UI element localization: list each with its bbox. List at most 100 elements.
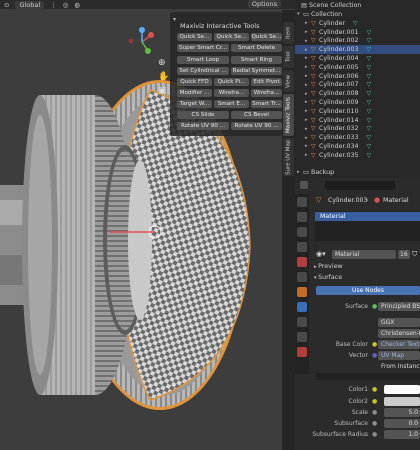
maxiviz-tool-button[interactable]: Modifier ... bbox=[177, 89, 212, 97]
outliner-item[interactable]: ▸ ▽ Cylinder.032 ▽ bbox=[295, 125, 420, 134]
outliner-item[interactable]: ▸ ▽ Cylinder.010 ▽ bbox=[295, 107, 420, 116]
material-name-field[interactable]: Material bbox=[332, 250, 396, 259]
outliner-item[interactable]: ▸ ▽ Cylinder.003 ▽ bbox=[295, 45, 420, 54]
user-count[interactable]: 16 bbox=[398, 250, 410, 259]
tab-item[interactable]: Item bbox=[283, 22, 294, 44]
preview-panel-header[interactable]: ▸ Preview bbox=[314, 263, 343, 270]
particles-tab-icon[interactable] bbox=[297, 317, 307, 327]
node-subpanel-header[interactable] bbox=[316, 373, 420, 380]
world-tab-icon[interactable] bbox=[297, 272, 307, 282]
maxiviz-tool-button[interactable]: Quick FFD bbox=[177, 78, 212, 86]
outliner-item-label: Cylinder.032 bbox=[319, 125, 359, 133]
maxiviz-tool-button[interactable]: Radial Symmet... bbox=[231, 67, 282, 75]
outliner-backup-collection[interactable]: ▸ ▭ Backup bbox=[295, 168, 420, 177]
object-tab-icon[interactable] bbox=[297, 287, 307, 297]
object-icon: ▽ bbox=[311, 46, 316, 54]
outliner-collection[interactable]: ▾ ▭ Collection bbox=[295, 10, 420, 19]
outliner-scene-collection[interactable]: ▤ Scene Collection bbox=[295, 1, 420, 10]
outliner-item[interactable]: ▸ ▽ Cylinder.008 ▽ bbox=[295, 89, 420, 98]
outliner-item[interactable]: ▸ ▽ Cylinder.005 ▽ bbox=[295, 63, 420, 72]
zoom-icon[interactable]: ⊕ bbox=[158, 58, 166, 68]
render-tab-icon[interactable] bbox=[297, 212, 307, 222]
collection-icon: ▭ bbox=[303, 10, 309, 18]
color-swatch[interactable] bbox=[384, 385, 420, 394]
maxiviz-tool-button[interactable]: Super Smart Cr... bbox=[177, 44, 229, 52]
options-dropdown[interactable]: Options bbox=[247, 0, 281, 8]
snap-icon[interactable]: ⋮ bbox=[50, 1, 57, 9]
properties-search-input[interactable] bbox=[325, 181, 395, 190]
outliner-item[interactable]: ▸ ▽ Cylinder.002 ▽ bbox=[295, 37, 420, 46]
output-tab-icon[interactable] bbox=[297, 227, 307, 237]
maxiviz-tool-button[interactable]: Quick Se... bbox=[214, 33, 249, 41]
object-icon: ▽ bbox=[311, 72, 316, 80]
maxiviz-tool-button[interactable]: Set Cylindrical ... bbox=[177, 67, 229, 75]
tab-tool[interactable]: Tool bbox=[283, 46, 294, 68]
maxiviz-tool-button[interactable]: CS Bevel bbox=[231, 111, 282, 119]
maxiviz-tool-button[interactable]: Rotate UV 90 ... bbox=[177, 122, 229, 130]
color-swatch[interactable] bbox=[384, 397, 420, 406]
use-nodes-button[interactable]: Use Nodes bbox=[316, 286, 420, 295]
maxiviz-tool-button[interactable]: Smart Ring bbox=[231, 56, 282, 64]
maxiviz-tool-button[interactable]: Rotate UV 90 ... bbox=[231, 122, 282, 130]
maxiviz-tool-button[interactable]: Smart Delete bbox=[231, 44, 282, 52]
maxiviz-panel-title: Maxiviz Interactive Tools bbox=[180, 22, 260, 30]
breadcrumb-separator: › bbox=[366, 197, 369, 204]
property-dropdown[interactable]: Christensen-Bu... bbox=[378, 329, 420, 338]
overlay-icon[interactable]: ◍ bbox=[74, 1, 80, 9]
maxiviz-tool-button[interactable]: Wirefra... bbox=[251, 89, 282, 97]
outliner-item[interactable]: ▸ ▽ Cylinder.033 ▽ bbox=[295, 133, 420, 142]
base-color-field[interactable]: Checker Text... bbox=[378, 340, 420, 349]
outliner-item[interactable]: ▸ ▽ Cylinder.034 ▽ bbox=[295, 142, 420, 151]
outliner-item[interactable]: ▸ ▽ Cylinder ▽ bbox=[295, 19, 420, 28]
object-icon: ▽ bbox=[311, 125, 316, 133]
outliner-item[interactable]: ▸ ▽ Cylinder.007 ▽ bbox=[295, 81, 420, 90]
material-icon: ● bbox=[374, 196, 381, 204]
mesh-data-icon: ▽ bbox=[366, 81, 372, 89]
surface-shader-field[interactable]: Principled BS... bbox=[378, 302, 420, 311]
transform-orientation-dropdown[interactable]: Global bbox=[15, 0, 45, 9]
maxiviz-tool-button[interactable]: Target W... bbox=[177, 100, 212, 108]
editor-type-icon[interactable] bbox=[300, 181, 308, 189]
pivot-icon[interactable]: ⊙ bbox=[4, 1, 9, 9]
fake-user-icon[interactable]: ⛉ bbox=[412, 250, 417, 259]
maxiviz-tool-button[interactable]: Quick Pi... bbox=[214, 78, 249, 86]
outliner-item[interactable]: ▸ ▽ Cylinder.014 ▽ bbox=[295, 116, 420, 125]
number-field[interactable]: 0.0 bbox=[384, 419, 420, 428]
tab-sure-uv-map[interactable]: Sure UV Map bbox=[283, 138, 294, 176]
object-icon: ▽ bbox=[311, 134, 316, 142]
maxiviz-tool-button[interactable]: Smart Tr... bbox=[251, 100, 282, 108]
maxiviz-tool-button[interactable]: CS Slide bbox=[177, 111, 229, 119]
socket-icon: ● bbox=[372, 409, 378, 416]
property-dropdown[interactable]: GGX bbox=[378, 318, 420, 327]
object-icon: ▽ bbox=[311, 142, 316, 150]
proportional-icon[interactable]: ◎ bbox=[63, 1, 69, 9]
number-field[interactable]: 1.0 bbox=[384, 430, 420, 439]
maxiviz-tool-button[interactable]: Edit Pivot bbox=[251, 78, 282, 86]
property-dropdown[interactable]: From Instance... bbox=[378, 362, 420, 371]
outliner-item[interactable]: ▸ ▽ Cylinder.001 ▽ bbox=[295, 28, 420, 37]
maxiviz-tool-button[interactable]: Quick Se... bbox=[177, 33, 212, 41]
surface-panel-header[interactable]: ▾ Surface bbox=[314, 274, 342, 281]
outliner-item[interactable]: ▸ ▽ Cylinder.006 ▽ bbox=[295, 72, 420, 81]
maxiviz-tool-button[interactable]: Wirefra... bbox=[214, 89, 249, 97]
outliner-item[interactable]: ▸ ▽ Cylinder.004 ▽ bbox=[295, 54, 420, 63]
maxiviz-tool-button[interactable]: Smart E... bbox=[214, 100, 249, 108]
outliner-item[interactable]: ▸ ▽ Cylinder.035 ▽ bbox=[295, 151, 420, 160]
camera-icon[interactable]: ▣ bbox=[158, 86, 167, 96]
tab-maxiviz-tools[interactable]: Maxiviz Tools bbox=[283, 94, 294, 136]
material-browse-icon[interactable]: ◉▾ bbox=[316, 250, 326, 258]
number-field[interactable]: 5.0 bbox=[384, 408, 420, 417]
tab-view[interactable]: View bbox=[283, 70, 294, 92]
hand-icon[interactable]: ✋ bbox=[158, 72, 169, 82]
outliner-item[interactable]: ▸ ▽ Cylinder.009 ▽ bbox=[295, 98, 420, 107]
collapse-arrow-icon[interactable]: ▾ bbox=[173, 16, 176, 23]
view-layer-tab-icon[interactable] bbox=[297, 242, 307, 252]
object-icon: ▽ bbox=[311, 54, 316, 62]
tool-tab-icon[interactable] bbox=[297, 197, 307, 207]
maxiviz-tool-button[interactable]: Smart Loop bbox=[177, 56, 229, 64]
navigation-gizmo[interactable] bbox=[125, 27, 160, 57]
scene-tab-icon[interactable] bbox=[297, 257, 307, 267]
vector-field[interactable]: UV Map bbox=[378, 351, 420, 360]
maxiviz-tool-button[interactable]: Quick Se... bbox=[251, 33, 282, 41]
property-label: Scale bbox=[351, 409, 368, 416]
